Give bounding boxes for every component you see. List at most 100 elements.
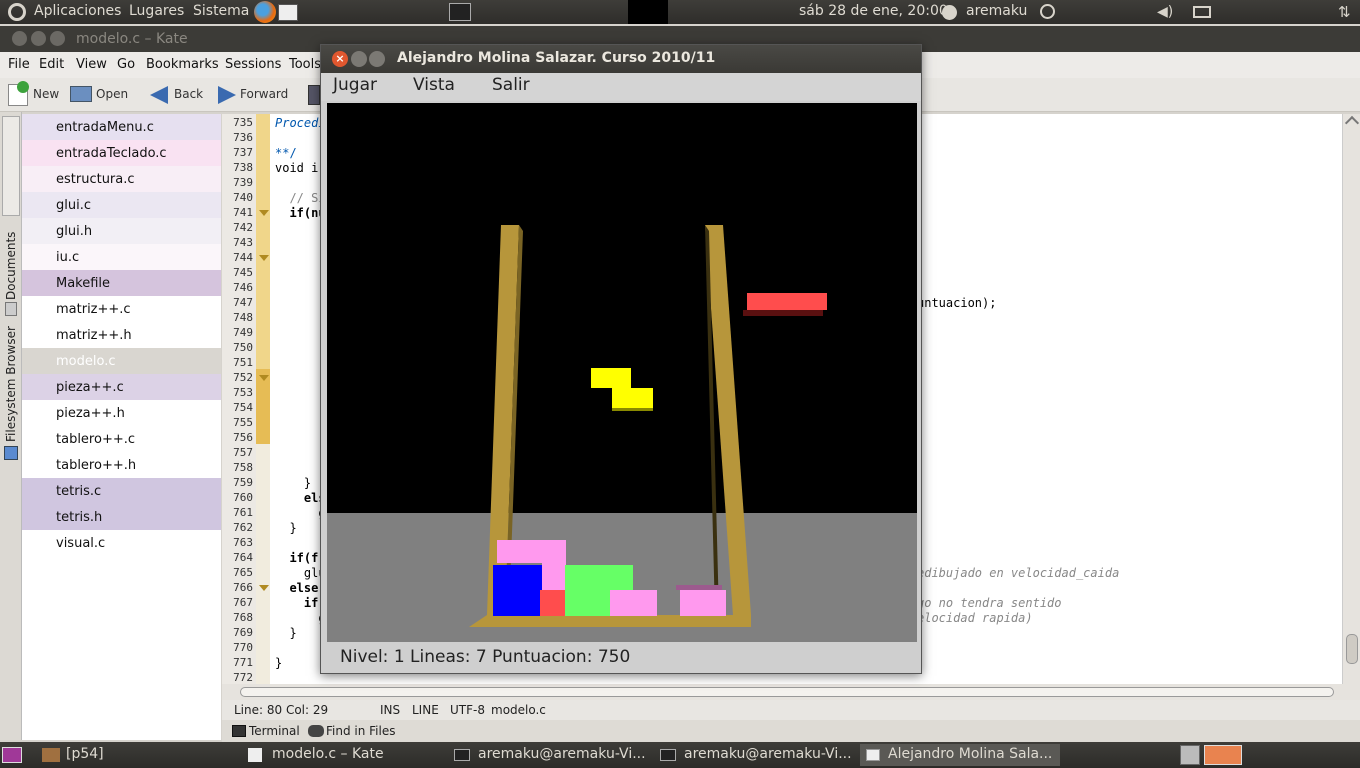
network-icon[interactable]: ⇅ (1338, 3, 1356, 21)
document-item[interactable]: iu.c (22, 244, 221, 270)
scroll-thumb[interactable] (1346, 634, 1358, 664)
line-number: 747 (233, 296, 253, 309)
tetris-titlebar[interactable]: × Alejandro Molina Salazar. Curso 2010/1… (321, 45, 921, 73)
falling-piece-bottom (612, 388, 653, 408)
menu-sistema[interactable]: Sistema (193, 3, 249, 19)
volume-icon[interactable]: ◀) (1157, 5, 1177, 19)
taskbar-item-terminal-1[interactable]: aremaku@aremaku-Vi... (450, 744, 650, 766)
document-item[interactable]: glui.c (22, 192, 221, 218)
menu-sessions[interactable]: Sessions (225, 57, 281, 72)
document-item[interactable]: visual.c (22, 530, 221, 556)
ubuntu-logo-icon[interactable] (8, 3, 26, 21)
tab-documents[interactable] (2, 116, 20, 216)
open-icon[interactable] (70, 86, 92, 102)
hscroll-thumb[interactable] (240, 687, 1334, 697)
menu-file[interactable]: File (8, 57, 30, 72)
power-icon[interactable] (1040, 4, 1055, 19)
close-icon[interactable]: × (332, 51, 348, 67)
menu-view[interactable]: View (76, 57, 107, 72)
document-item[interactable]: Makefile (22, 270, 221, 296)
minimize-icon[interactable] (351, 51, 367, 67)
fold-markers[interactable] (256, 114, 270, 684)
tab-documents-label[interactable]: Documents (4, 232, 18, 300)
menu-edit[interactable]: Edit (39, 57, 64, 72)
minimize-icon[interactable] (31, 31, 46, 46)
line-number: 765 (233, 566, 253, 579)
menu-salir[interactable]: Salir (492, 75, 530, 95)
save-icon[interactable] (308, 85, 320, 105)
code-line-tail: elocidad rapida) (917, 611, 1033, 625)
fold-arrow-icon[interactable] (259, 255, 269, 261)
document-item[interactable]: estructura.c (22, 166, 221, 192)
mail-client-icon[interactable] (278, 4, 298, 21)
terminal-launcher-icon[interactable] (449, 3, 471, 21)
document-item[interactable]: entradaTeclado.c (22, 140, 221, 166)
menu-go[interactable]: Go (117, 57, 135, 72)
terminal-toolview-button[interactable]: Terminal (249, 724, 300, 738)
workspace-switcher[interactable] (1204, 745, 1242, 765)
line-number: 768 (233, 611, 253, 624)
trash-icon[interactable] (1180, 745, 1200, 765)
fold-arrow-icon[interactable] (259, 585, 269, 591)
selection-mode[interactable]: LINE (412, 703, 439, 717)
line-number: 749 (233, 326, 253, 339)
menu-lugares[interactable]: Lugares (129, 3, 184, 19)
menu-vista[interactable]: Vista (413, 75, 455, 95)
terminal-icon[interactable] (232, 725, 246, 737)
vertical-scrollbar[interactable] (1342, 114, 1360, 684)
document-item[interactable]: matriz++.h (22, 322, 221, 348)
board-floor (469, 615, 751, 627)
scroll-up-icon[interactable] (1344, 115, 1360, 131)
taskbar-item-terminal-2[interactable]: aremaku@aremaku-Vi... (656, 744, 856, 766)
show-desktop-icon[interactable] (2, 747, 22, 763)
document-item[interactable]: tablero++.h (22, 452, 221, 478)
new-button[interactable]: New (33, 87, 59, 101)
close-icon[interactable] (12, 31, 27, 46)
forward-button[interactable]: Forward (240, 87, 288, 101)
maximize-icon[interactable] (369, 51, 385, 67)
clock[interactable]: sáb 28 de ene, 20:00 (799, 3, 948, 19)
menu-bookmarks[interactable]: Bookmarks (146, 57, 219, 72)
binoculars-icon[interactable] (308, 725, 324, 737)
next-piece-shade (743, 310, 823, 316)
fold-arrow-icon[interactable] (259, 210, 269, 216)
document-item[interactable]: pieza++.h (22, 400, 221, 426)
line-number: 770 (233, 641, 253, 654)
open-button[interactable]: Open (96, 87, 128, 101)
document-item[interactable]: tetris.h (22, 504, 221, 530)
menu-tools[interactable]: Tools (289, 57, 321, 72)
user-switch-icon[interactable] (942, 5, 957, 20)
document-item[interactable]: tetris.c (22, 478, 221, 504)
line-number: 746 (233, 281, 253, 294)
tetris-canvas[interactable] (327, 103, 917, 642)
fold-arrow-icon[interactable] (259, 375, 269, 381)
block-pink-3 (610, 590, 657, 616)
block-blue (493, 565, 542, 616)
find-in-files-button[interactable]: Find in Files (326, 724, 396, 738)
document-item[interactable]: matriz++.c (22, 296, 221, 322)
document-item[interactable]: pieza++.c (22, 374, 221, 400)
document-item[interactable]: glui.h (22, 218, 221, 244)
back-button[interactable]: Back (174, 87, 203, 101)
tab-filesystem-browser-label[interactable]: Filesystem Browser (4, 326, 18, 442)
insert-mode[interactable]: INS (380, 703, 400, 717)
tetris-window-title: Alejandro Molina Salazar. Curso 2010/11 (397, 50, 716, 66)
encoding[interactable]: UTF-8 (450, 703, 485, 717)
menu-aplicaciones[interactable]: Aplicaciones (34, 3, 121, 19)
taskbar-item-kate[interactable]: modelo.c – Kate (244, 744, 440, 766)
line-number: 771 (233, 656, 253, 669)
user-name[interactable]: aremaku (966, 3, 1027, 19)
document-item[interactable]: modelo.c (22, 348, 221, 374)
taskbar-item-tetris[interactable]: Alejandro Molina Sala... (860, 744, 1060, 766)
back-arrow-icon[interactable] (150, 86, 168, 104)
firefox-icon[interactable] (254, 1, 276, 23)
menu-jugar[interactable]: Jugar (333, 75, 377, 95)
maximize-icon[interactable] (50, 31, 65, 46)
horizontal-scrollbar[interactable] (222, 684, 1360, 700)
code-line: glu (275, 566, 326, 580)
forward-arrow-icon[interactable] (218, 86, 236, 104)
document-item[interactable]: entradaMenu.c (22, 114, 221, 140)
taskbar-item-p54[interactable]: [p54] (38, 744, 104, 766)
document-item[interactable]: tablero++.c (22, 426, 221, 452)
mail-indicator-icon[interactable] (1193, 6, 1211, 18)
